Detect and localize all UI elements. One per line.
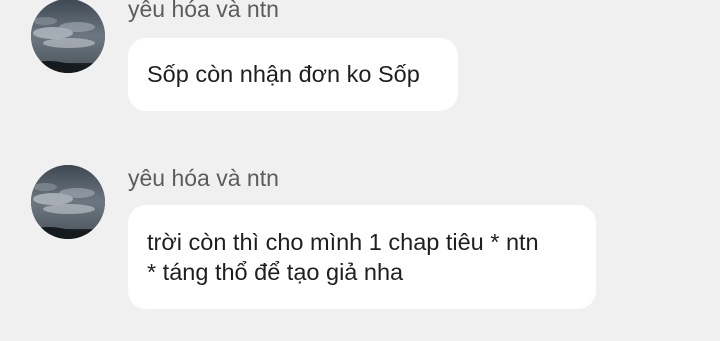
message-text-line: trời còn thì cho mình 1 chap tiêu * ntn: [147, 229, 539, 255]
avatar[interactable]: [31, 0, 105, 73]
message-bubble[interactable]: Sốp còn nhận đơn ko Sốp: [128, 38, 458, 111]
message-bubble[interactable]: trời còn thì cho mình 1 chap tiêu * ntn …: [128, 205, 596, 309]
message-text: Sốp còn nhận đơn ko Sốp: [147, 61, 420, 87]
message-text-line: * táng thổ để tạo giả nha: [147, 259, 404, 285]
cloudy-sky-icon: [31, 0, 105, 73]
avatar[interactable]: [31, 165, 105, 239]
sender-name: yêu hóa và ntn: [128, 0, 279, 22]
sender-name: yêu hóa và ntn: [128, 165, 279, 191]
cloudy-sky-icon: [31, 165, 105, 239]
